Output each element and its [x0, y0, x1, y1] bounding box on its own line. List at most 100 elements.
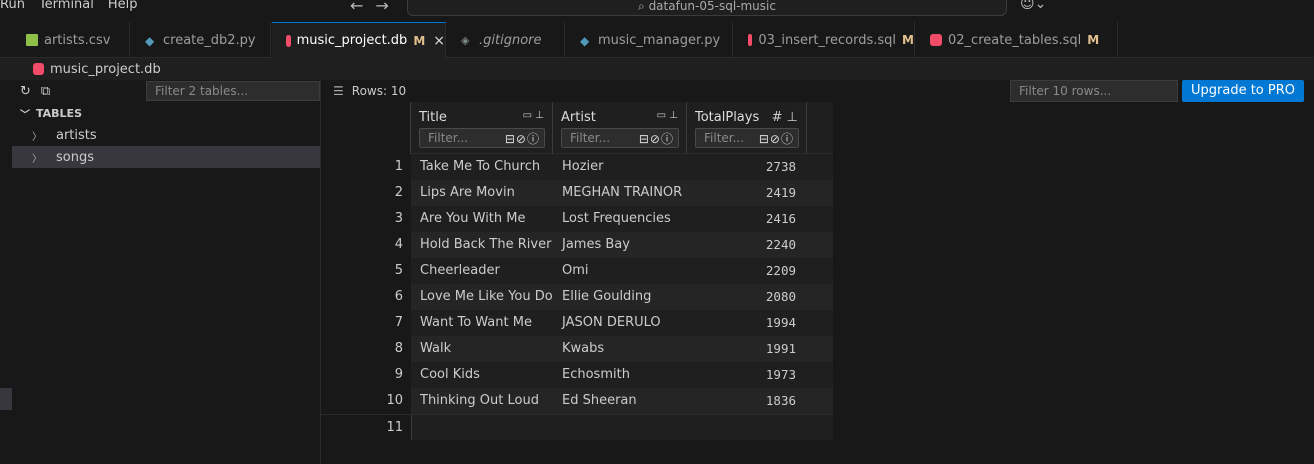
back-arrow-icon[interactable]: ← — [350, 0, 375, 15]
table-view: ☰ Rows: 10 Filter 10 rows... Upgrade to … — [321, 80, 1314, 464]
table-row[interactable]: 7 Want To Want Me JASON DERULO 1994 — [321, 310, 833, 336]
database-icon — [33, 63, 44, 75]
chevron-down-icon: ﹀ — [20, 109, 30, 121]
table-row[interactable]: 4 Hold Back The River James Bay 2240 — [321, 232, 833, 258]
refresh-icon[interactable]: ↻ — [20, 84, 31, 99]
filter-options-icon[interactable]: ⊟⊘ⓘ — [505, 130, 540, 147]
modified-indicator: M — [413, 33, 426, 48]
title-bar: Run Terminal Help ←→ ⌕ datafun-05-sql-mu… — [0, 0, 1314, 22]
row-number: 7 — [321, 310, 411, 336]
cell-title[interactable]: Walk — [420, 336, 451, 362]
menu-help[interactable]: Help — [108, 0, 138, 12]
menu-run[interactable]: Run — [0, 0, 25, 12]
breadcrumb-label[interactable]: music_project.db — [50, 62, 161, 77]
filter-options-icon[interactable]: ⊟⊘ⓘ — [759, 130, 794, 147]
cell-title[interactable]: Want To Want Me — [420, 310, 532, 336]
cell-totalplays[interactable]: 2080 — [696, 284, 796, 310]
column-title: TotalPlays — [695, 110, 760, 125]
cell-title[interactable]: Hold Back The River — [420, 232, 551, 258]
cell-title[interactable]: Love Me Like You Do — [420, 284, 553, 310]
cell-title[interactable]: Lips Are Movin — [420, 180, 515, 206]
cell-title[interactable]: Thinking Out Loud — [420, 388, 539, 414]
git-icon: ◈ — [461, 34, 470, 47]
row-count-label: Rows: 10 — [351, 84, 407, 98]
row-filter-input[interactable]: Filter 10 rows... — [1010, 80, 1178, 102]
table-filter-input[interactable]: Filter 2 tables... — [146, 81, 320, 101]
cell-title[interactable]: Take Me To Church — [420, 154, 540, 180]
cell-title[interactable]: Cool Kids — [420, 362, 480, 388]
cell-totalplays[interactable]: 2240 — [696, 232, 796, 258]
table-row[interactable]: 10 Thinking Out Loud Ed Sheeran 1836 — [321, 388, 833, 414]
number-type-pin-icon[interactable]: # ⊥ — [772, 110, 798, 125]
chevron-right-icon: 〉 — [32, 131, 42, 143]
activity-bar-highlight — [0, 388, 12, 410]
cell-totalplays[interactable]: 2419 — [696, 180, 796, 206]
menu-lines-icon[interactable]: ☰ — [333, 84, 344, 98]
tab-label: 03_insert_records.sql — [758, 32, 897, 48]
cell-artist[interactable]: Kwabs — [562, 336, 604, 362]
collapse-all-icon[interactable]: ⧉ — [41, 84, 50, 99]
tab-artists-csv[interactable]: artists.csv — [12, 22, 130, 58]
tab-music-project-db[interactable]: music_project.db M × — [272, 22, 446, 58]
cell-totalplays[interactable]: 1973 — [696, 362, 796, 388]
cell-totalplays[interactable]: 1994 — [696, 310, 796, 336]
column-filter-input[interactable]: Filter... ⊟⊘ⓘ — [419, 128, 545, 148]
cell-artist[interactable]: Lost Frequencies — [562, 206, 671, 232]
table-row[interactable]: 2 Lips Are Movin MEGHAN TRAINOR 2419 — [321, 180, 833, 206]
row-number: 6 — [321, 284, 411, 310]
table-row[interactable]: 5 Cheerleader Omi 2209 — [321, 258, 833, 284]
cell-title[interactable]: Are You With Me — [420, 206, 526, 232]
row-number: 8 — [321, 336, 411, 362]
cell-totalplays[interactable]: 2738 — [696, 154, 796, 180]
column-header-artist[interactable]: Artist ▭ ⊥ Filter... ⊟⊘ⓘ — [553, 102, 687, 154]
cell-totalplays[interactable]: 2209 — [696, 258, 796, 284]
copilot-icon[interactable]: ☺⌄ — [1020, 0, 1046, 12]
table-row[interactable]: 3 Are You With Me Lost Frequencies 2416 — [321, 206, 833, 232]
cell-artist[interactable]: MEGHAN TRAINOR — [562, 180, 682, 206]
cell-artist[interactable]: Echosmith — [562, 362, 630, 388]
table-row[interactable]: 1 Take Me To Church Hozier 2738 — [321, 154, 833, 180]
cell-artist[interactable]: Hozier — [562, 154, 604, 180]
cell-artist[interactable]: Ellie Goulding — [562, 284, 651, 310]
command-center-label: datafun-05-sql-music — [648, 0, 776, 13]
column-filter-input[interactable]: Filter... ⊟⊘ⓘ — [561, 128, 679, 148]
tab-02-create-tables-sql[interactable]: 02_create_tables.sql M — [916, 22, 1118, 58]
sidebar-item-artists[interactable]: 〉 artists — [12, 124, 320, 146]
tab-create-db2-py[interactable]: ◆ create_db2.py — [131, 22, 271, 58]
text-type-pin-icon[interactable]: ▭ ⊥ — [523, 110, 544, 121]
table-row[interactable]: 6 Love Me Like You Do Ellie Goulding 2080 — [321, 284, 833, 310]
table-row[interactable]: 9 Cool Kids Echosmith 1973 — [321, 362, 833, 388]
cell-artist[interactable]: James Bay — [562, 232, 630, 258]
sidebar-toolbar: ↻ ⧉ Filter 2 tables... — [12, 80, 320, 102]
cell-title[interactable]: Cheerleader — [420, 258, 500, 284]
column-filter-input[interactable]: Filter... ⊟⊘ⓘ — [695, 128, 799, 148]
cell-artist[interactable]: Ed Sheeran — [562, 388, 637, 414]
tab-label: create_db2.py — [163, 32, 256, 48]
tables-section-header[interactable]: ﹀ TABLES — [12, 102, 320, 124]
tables-sidebar: ↻ ⧉ Filter 2 tables... ﹀ TABLES 〉 artist… — [12, 80, 321, 464]
cell-artist[interactable]: JASON DERULO — [562, 310, 661, 336]
command-center[interactable]: ⌕ datafun-05-sql-music — [407, 0, 1007, 16]
cell-artist[interactable]: Omi — [562, 258, 589, 284]
column-header-title[interactable]: Title ▭ ⊥ Filter... ⊟⊘ⓘ — [411, 102, 553, 154]
menu-terminal[interactable]: Terminal — [39, 0, 94, 12]
cell-totalplays[interactable]: 2416 — [696, 206, 796, 232]
tab-03-insert-records-sql[interactable]: 03_insert_records.sql M — [734, 22, 915, 58]
new-row-cells[interactable] — [411, 415, 833, 440]
cell-totalplays[interactable]: 1836 — [696, 388, 796, 414]
tab-music-manager-py[interactable]: ◆ music_manager.py — [566, 22, 733, 58]
python-icon: ◆ — [145, 34, 155, 48]
column-header-totalplays[interactable]: TotalPlays # ⊥ Filter... ⊟⊘ⓘ — [687, 102, 807, 154]
table-row[interactable]: 8 Walk Kwabs 1991 — [321, 336, 833, 362]
add-row[interactable]: + 11 — [321, 414, 833, 441]
cell-totalplays[interactable]: 1991 — [696, 336, 796, 362]
modified-indicator: M — [1087, 33, 1100, 47]
filter-placeholder: Filter... — [428, 131, 469, 145]
close-icon[interactable]: × — [433, 33, 445, 49]
tab-gitignore[interactable]: ◈ .gitignore — [447, 22, 565, 58]
filter-options-icon[interactable]: ⊟⊘ⓘ — [639, 130, 674, 147]
text-type-pin-icon[interactable]: ▭ ⊥ — [657, 110, 678, 121]
forward-arrow-icon[interactable]: → — [375, 0, 400, 15]
upgrade-button[interactable]: Upgrade to PRO — [1182, 80, 1304, 102]
sidebar-item-songs[interactable]: 〉 songs — [12, 146, 320, 168]
